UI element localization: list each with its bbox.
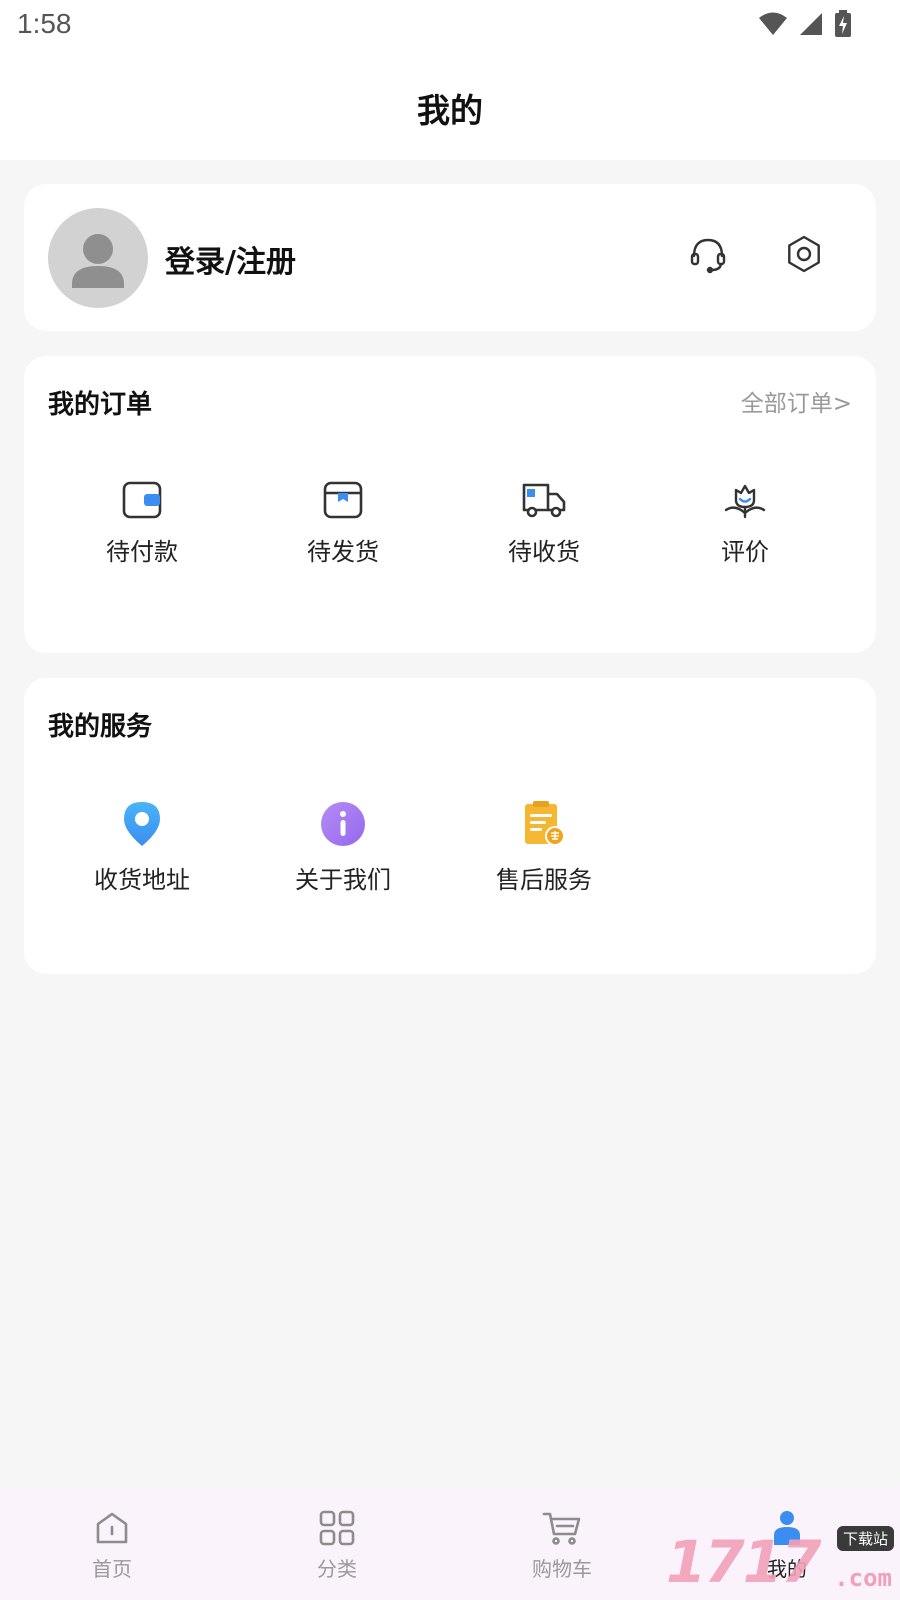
package-box-icon xyxy=(268,480,418,524)
services-title: 我的服务 xyxy=(48,712,153,742)
tab-cart[interactable]: 购物车 xyxy=(502,1509,622,1582)
delivery-truck-icon xyxy=(469,480,619,524)
status-bar: 1:58 xyxy=(0,0,900,50)
tab-home[interactable]: 首页 xyxy=(52,1509,172,1582)
watermark-suffix: .com xyxy=(834,1564,892,1592)
review-flower-icon xyxy=(670,480,820,524)
order-pending-shipment[interactable]: 待发货 xyxy=(268,480,418,567)
headset-icon[interactable] xyxy=(686,232,730,276)
wifi-icon xyxy=(758,11,788,41)
battery-charging-icon xyxy=(834,10,852,42)
signal-icon xyxy=(798,11,824,41)
status-icons xyxy=(758,10,852,42)
watermark-text: 1717 xyxy=(666,1528,821,1596)
orders-title: 我的订单 xyxy=(48,390,153,420)
cart-icon xyxy=(502,1509,622,1551)
order-item-label: 待发货 xyxy=(307,538,379,566)
profile-card: 登录/注册 xyxy=(24,184,876,331)
order-review[interactable]: 评价 xyxy=(670,480,820,567)
tab-label: 首页 xyxy=(92,1557,132,1581)
order-item-label: 待付款 xyxy=(106,538,178,566)
user-avatar-icon[interactable] xyxy=(48,208,148,308)
tab-category[interactable]: 分类 xyxy=(277,1509,397,1582)
gear-icon[interactable] xyxy=(782,232,826,276)
orders-card: 我的订单 全部订单> 待付款 待发货 待收货 评价 xyxy=(24,356,876,653)
after-sales-clipboard-icon xyxy=(469,800,619,852)
home-icon xyxy=(52,1509,172,1551)
order-item-label: 待收货 xyxy=(508,538,580,566)
service-about-us[interactable]: 关于我们 xyxy=(268,800,418,895)
info-icon xyxy=(268,800,418,852)
services-card: 我的服务 收货地址 关于我们 售后服务 xyxy=(24,678,876,974)
service-shipping-address[interactable]: 收货地址 xyxy=(67,800,217,895)
watermark-badge: 下载站 xyxy=(836,1526,894,1551)
order-pending-payment[interactable]: 待付款 xyxy=(67,480,217,567)
order-item-label: 评价 xyxy=(721,538,769,566)
page-title: 我的 xyxy=(417,91,483,130)
service-item-label: 售后服务 xyxy=(496,866,592,894)
service-after-sales[interactable]: 售后服务 xyxy=(469,800,619,895)
tab-label: 分类 xyxy=(317,1557,357,1581)
tab-label: 购物车 xyxy=(532,1557,592,1581)
service-item-label: 收货地址 xyxy=(94,866,190,894)
all-orders-link[interactable]: 全部订单> xyxy=(741,384,852,418)
login-register-link[interactable]: 登录/注册 xyxy=(165,237,296,281)
grid-icon xyxy=(277,1509,397,1551)
service-item-label: 关于我们 xyxy=(295,866,391,894)
watermark-logo: 1717 下载站 .com xyxy=(666,1526,896,1596)
location-pin-icon xyxy=(67,800,217,852)
order-pending-receipt[interactable]: 待收货 xyxy=(469,480,619,567)
status-time: 1:58 xyxy=(17,8,72,39)
page-header: 我的 xyxy=(0,50,900,160)
wallet-icon xyxy=(67,480,217,524)
